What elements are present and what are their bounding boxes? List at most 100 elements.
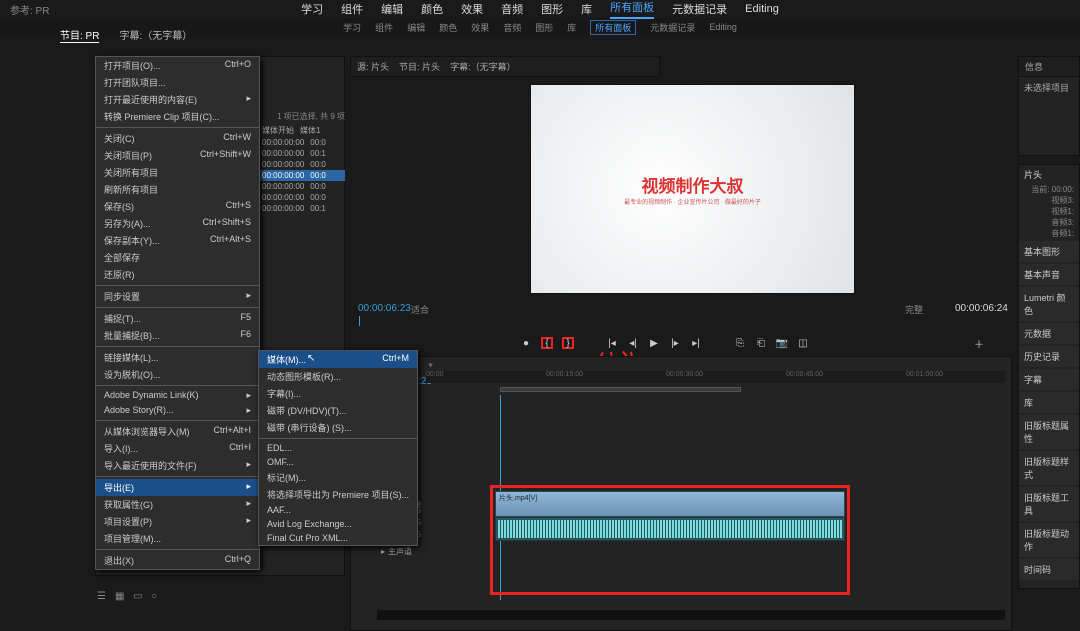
menu-item[interactable]: 关闭项目(P)Ctrl+Shift+W <box>96 147 259 164</box>
video-clip[interactable]: 片头.mp4[V] <box>495 491 845 517</box>
timeline-zoom-bar[interactable] <box>377 610 1005 620</box>
menu-item[interactable]: 保存副本(Y)...Ctrl+Alt+S <box>96 232 259 249</box>
menu-audio[interactable]: 音频 <box>501 1 523 17</box>
menu-item[interactable]: Adobe Story(R)...▸ <box>96 403 259 418</box>
timeline-ruler[interactable]: 00:00 00:00:15:00 00:00:30:00 00:00:45:0… <box>426 371 1005 383</box>
bin-row[interactable]: 00:00:00:0000:0 <box>260 170 345 181</box>
bin-row[interactable]: 00:00:00:0000:0 <box>260 181 345 192</box>
comparison-icon[interactable]: ◫ <box>797 337 809 349</box>
ws-color[interactable]: 颜色 <box>439 21 457 34</box>
menu-item[interactable]: 从媒体浏览器导入(M)Ctrl+Alt+I <box>96 423 259 440</box>
submenu-item[interactable]: Avid Log Exchange... <box>259 517 417 531</box>
bin-row[interactable]: 00:00:00:0000:0 <box>260 192 345 203</box>
src-tab-captions[interactable]: 字幕:（无字幕） <box>450 62 516 72</box>
zoom-slider-icon[interactable]: ○ <box>151 591 163 603</box>
menu-graphics[interactable]: 图形 <box>541 1 563 17</box>
menu-item[interactable]: 设为脱机(O)... <box>96 366 259 383</box>
side-panel-tab[interactable]: 基本声音 <box>1019 264 1079 285</box>
src-tab-source[interactable]: 源: 片头 <box>357 62 389 72</box>
program-out-tc[interactable]: 00:00:06:24 <box>955 303 1008 314</box>
ws-lib[interactable]: 库 <box>567 21 576 34</box>
submenu-item[interactable]: 磁带 (串行设备) (S)... <box>259 419 417 436</box>
go-to-in-icon[interactable]: |◂ <box>606 337 618 349</box>
side-panel-tab[interactable]: 库 <box>1019 392 1079 413</box>
menu-learn[interactable]: 学习 <box>301 1 323 17</box>
menu-item[interactable]: 项目管理(M)... <box>96 530 259 547</box>
add-marker-icon[interactable]: ● <box>520 337 532 349</box>
program-full-label[interactable]: 完整 <box>905 303 923 316</box>
mark-in-button[interactable]: { <box>541 337 553 349</box>
menu-item[interactable]: 捕捉(T)...F5 <box>96 310 259 327</box>
src-tab-program[interactable]: 节目: 片头 <box>399 62 440 72</box>
submenu-item[interactable]: 磁带 (DV/HDV)(T)... <box>259 402 417 419</box>
submenu-item[interactable]: 标记(M)... <box>259 469 417 486</box>
menu-item[interactable]: 另存为(A)...Ctrl+Shift+S <box>96 215 259 232</box>
submenu-item[interactable]: 将选择项导出为 Premiere 项目(S)... <box>259 486 417 503</box>
ws-all-panels[interactable]: 所有面板 <box>590 20 636 35</box>
side-panel-tab[interactable]: 元数据 <box>1019 323 1079 344</box>
menu-all-panels[interactable]: 所有面板 <box>610 0 654 19</box>
menu-item[interactable]: 导入(I)...Ctrl+I <box>96 440 259 457</box>
menu-item[interactable]: Adobe Dynamic Link(K)▸ <box>96 388 259 403</box>
menu-item[interactable]: 还原(R) <box>96 266 259 283</box>
program-in-tc[interactable]: 00:00:06:23 <box>358 303 411 314</box>
menu-item[interactable]: 转换 Premiere Clip 项目(C)... <box>96 108 259 125</box>
side-panel-tab[interactable]: 旧版标题属性 <box>1019 415 1079 449</box>
bin-row[interactable]: 00:00:00:0000:1 <box>260 148 345 159</box>
freeform-view-icon[interactable]: ▭ <box>133 591 145 603</box>
submenu-item[interactable]: AAF... <box>259 503 417 517</box>
audio-clip[interactable] <box>495 517 845 541</box>
menu-item[interactable]: 打开最近使用的内容(E)▸ <box>96 91 259 108</box>
ws-learn[interactable]: 学习 <box>343 21 361 34</box>
bin-row[interactable]: 00:00:00:0000:1 <box>260 203 345 214</box>
shelf-program[interactable]: 节目: PR <box>60 27 99 43</box>
menu-metadata[interactable]: 元数据记录 <box>672 1 727 17</box>
side-panel-tab[interactable]: Lumetri 颜色 <box>1019 287 1079 321</box>
ws-assembly[interactable]: 组件 <box>375 21 393 34</box>
menu-item[interactable]: 全部保存 <box>96 249 259 266</box>
step-fwd-icon[interactable]: |▸ <box>669 337 681 349</box>
timeline-tracks[interactable]: 👁 V1 ■ ◉ 🔒 A1 M S 🎵 🔒 A2 M S 🎵 🔒 A3 M S … <box>377 395 1005 600</box>
bin-row[interactable]: 00:00:00:0000:0 <box>260 137 345 148</box>
export-frame-icon[interactable]: 📷 <box>776 337 788 349</box>
icon-view-icon[interactable]: ▦ <box>115 591 127 603</box>
ws-audio[interactable]: 音频 <box>503 21 521 34</box>
menu-item[interactable]: 导出(E)▸ <box>96 479 259 496</box>
chevron-down-icon[interactable]: ▾ <box>428 360 433 371</box>
side-panel-tab[interactable]: 基本图形 <box>1019 241 1079 262</box>
side-panel-tab[interactable]: 旧版标题动作 <box>1019 523 1079 557</box>
submenu-item[interactable]: 动态图形模板(R)... <box>259 368 417 385</box>
step-back-icon[interactable]: ◂| <box>627 337 639 349</box>
side-panel-tab[interactable]: 字幕 <box>1019 369 1079 390</box>
menu-item[interactable]: 获取属性(G)▸ <box>96 496 259 513</box>
menu-color[interactable]: 颜色 <box>421 1 443 17</box>
menu-item[interactable]: 退出(X)Ctrl+Q <box>96 552 259 569</box>
extract-icon[interactable]: ⎗ <box>755 337 767 349</box>
menu-item[interactable]: 项目设置(P)▸ <box>96 513 259 530</box>
menu-editing[interactable]: Editing <box>745 3 779 15</box>
menu-item[interactable]: 导入最近使用的文件(F)▸ <box>96 457 259 474</box>
menu-item[interactable]: 同步设置▸ <box>96 288 259 305</box>
ws-metadata[interactable]: 元数据记录 <box>650 21 695 34</box>
menu-item[interactable]: 批量捕捉(B)...F6 <box>96 327 259 344</box>
shelf-captions[interactable]: 字幕:（无字幕） <box>119 27 192 43</box>
button-editor-icon[interactable]: ＋ <box>973 337 985 349</box>
lift-icon[interactable]: ⎘ <box>734 337 746 349</box>
menu-item[interactable]: 链接媒体(L)... <box>96 349 259 366</box>
side-panel-tab[interactable]: 时间码 <box>1019 559 1079 580</box>
menu-item[interactable]: 刷新所有项目 <box>96 181 259 198</box>
list-view-icon[interactable]: ☰ <box>97 591 109 603</box>
work-area-bar[interactable] <box>500 387 741 392</box>
menu-item[interactable]: 打开项目(O)...Ctrl+O <box>96 57 259 74</box>
menu-item[interactable]: 保存(S)Ctrl+S <box>96 198 259 215</box>
ws-effects[interactable]: 效果 <box>471 21 489 34</box>
go-to-out-icon[interactable]: ▸| <box>690 337 702 349</box>
side-panel-tab[interactable]: 旧版标题工具 <box>1019 487 1079 521</box>
menu-libraries[interactable]: 库 <box>581 1 592 17</box>
menu-item[interactable]: 关闭(C)Ctrl+W <box>96 130 259 147</box>
submenu-item[interactable]: OMF... <box>259 455 417 469</box>
ws-graphics[interactable]: 图形 <box>535 21 553 34</box>
menu-edit[interactable]: 编辑 <box>381 1 403 17</box>
submenu-item[interactable]: 字幕(I)... <box>259 385 417 402</box>
play-icon[interactable]: ▶ <box>648 337 660 349</box>
